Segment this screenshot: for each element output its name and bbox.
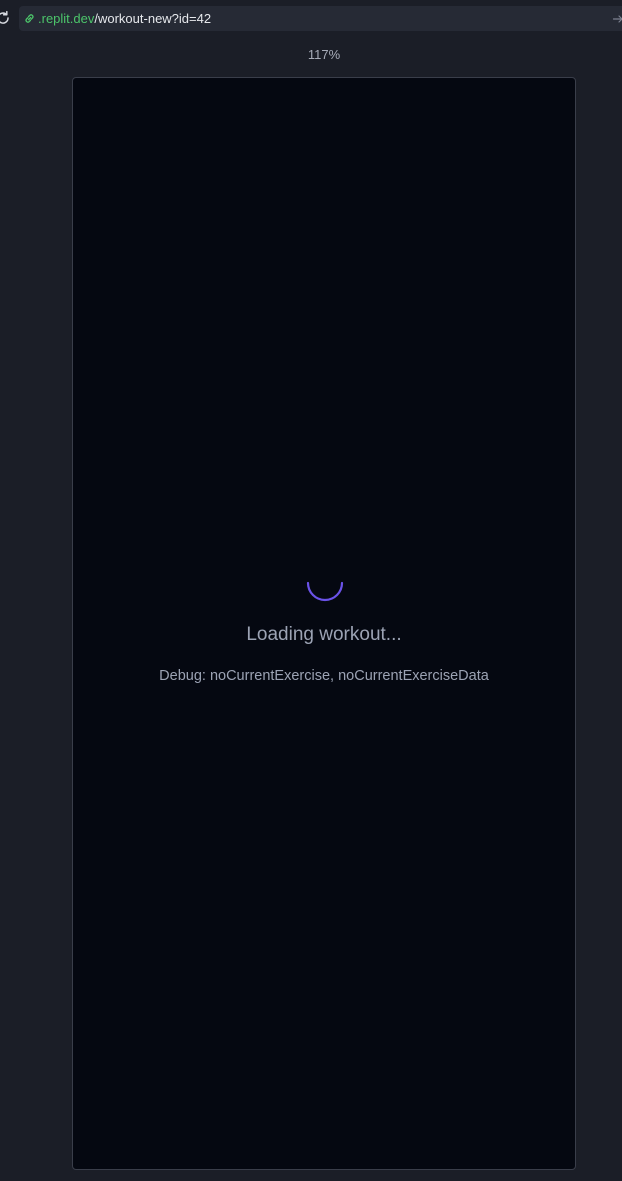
address-text: .replit.dev/workout-new?id=42 [38, 11, 211, 26]
address-bar[interactable]: .replit.dev/workout-new?id=42 [19, 6, 622, 31]
link-icon [25, 14, 34, 23]
arrow-right-icon[interactable] [612, 13, 622, 25]
debug-message: Debug: noCurrentExercise, noCurrentExerc… [159, 668, 489, 684]
url-host: .replit.dev [38, 11, 95, 26]
browser-toolbar: .replit.dev/workout-new?id=42 [0, 0, 622, 37]
reload-icon[interactable] [0, 9, 12, 27]
loading-spinner [306, 581, 344, 602]
app-preview-frame: Loading workout... Debug: noCurrentExerc… [72, 77, 576, 1170]
url-path: /workout-new?id=42 [94, 11, 212, 26]
zoom-level: 117% [307, 47, 341, 62]
loading-message: Loading workout... [246, 624, 402, 645]
